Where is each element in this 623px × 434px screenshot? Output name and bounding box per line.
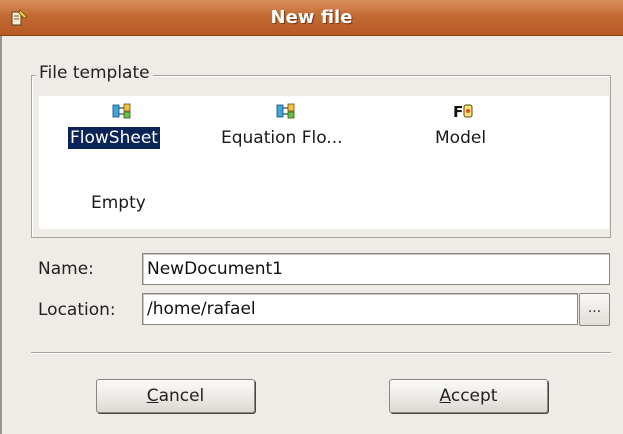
template-icon-view[interactable]: FlowSheet Equation Flo... F Model Empty: [39, 96, 609, 229]
template-label-model: Model: [435, 128, 487, 148]
separator: [31, 352, 611, 354]
title-bar[interactable]: New file: [0, 0, 623, 36]
location-input[interactable]: /home/rafael: [142, 293, 578, 325]
cancel-button[interactable]: Cancel: [96, 379, 255, 413]
accept-mnemonic: A: [439, 386, 451, 406]
window-title: New file: [270, 7, 353, 28]
svg-text:F: F: [453, 103, 463, 120]
location-label: Location:: [38, 300, 116, 320]
cancel-mnemonic: C: [146, 386, 159, 406]
accept-label: ccept: [450, 386, 498, 406]
file-template-legend: File template: [36, 63, 153, 83]
model-icon: F: [453, 103, 473, 120]
window-border: [0, 36, 2, 434]
new-file-dialog: New file File template FlowSheet Equatio…: [0, 0, 623, 434]
cancel-label: ancel: [158, 386, 205, 406]
template-label-flowsheet: FlowSheet: [68, 127, 160, 149]
accept-button[interactable]: Accept: [389, 379, 548, 413]
name-label: Name:: [38, 259, 94, 279]
flowsheet-icon: [112, 103, 131, 119]
equation-flowsheet-icon: [276, 103, 295, 119]
name-input[interactable]: NewDocument1: [142, 253, 610, 285]
template-label-equation-flowsheet: Equation Flo...: [221, 128, 343, 148]
browse-button[interactable]: ...: [579, 293, 610, 326]
template-label-empty: Empty: [91, 193, 146, 213]
